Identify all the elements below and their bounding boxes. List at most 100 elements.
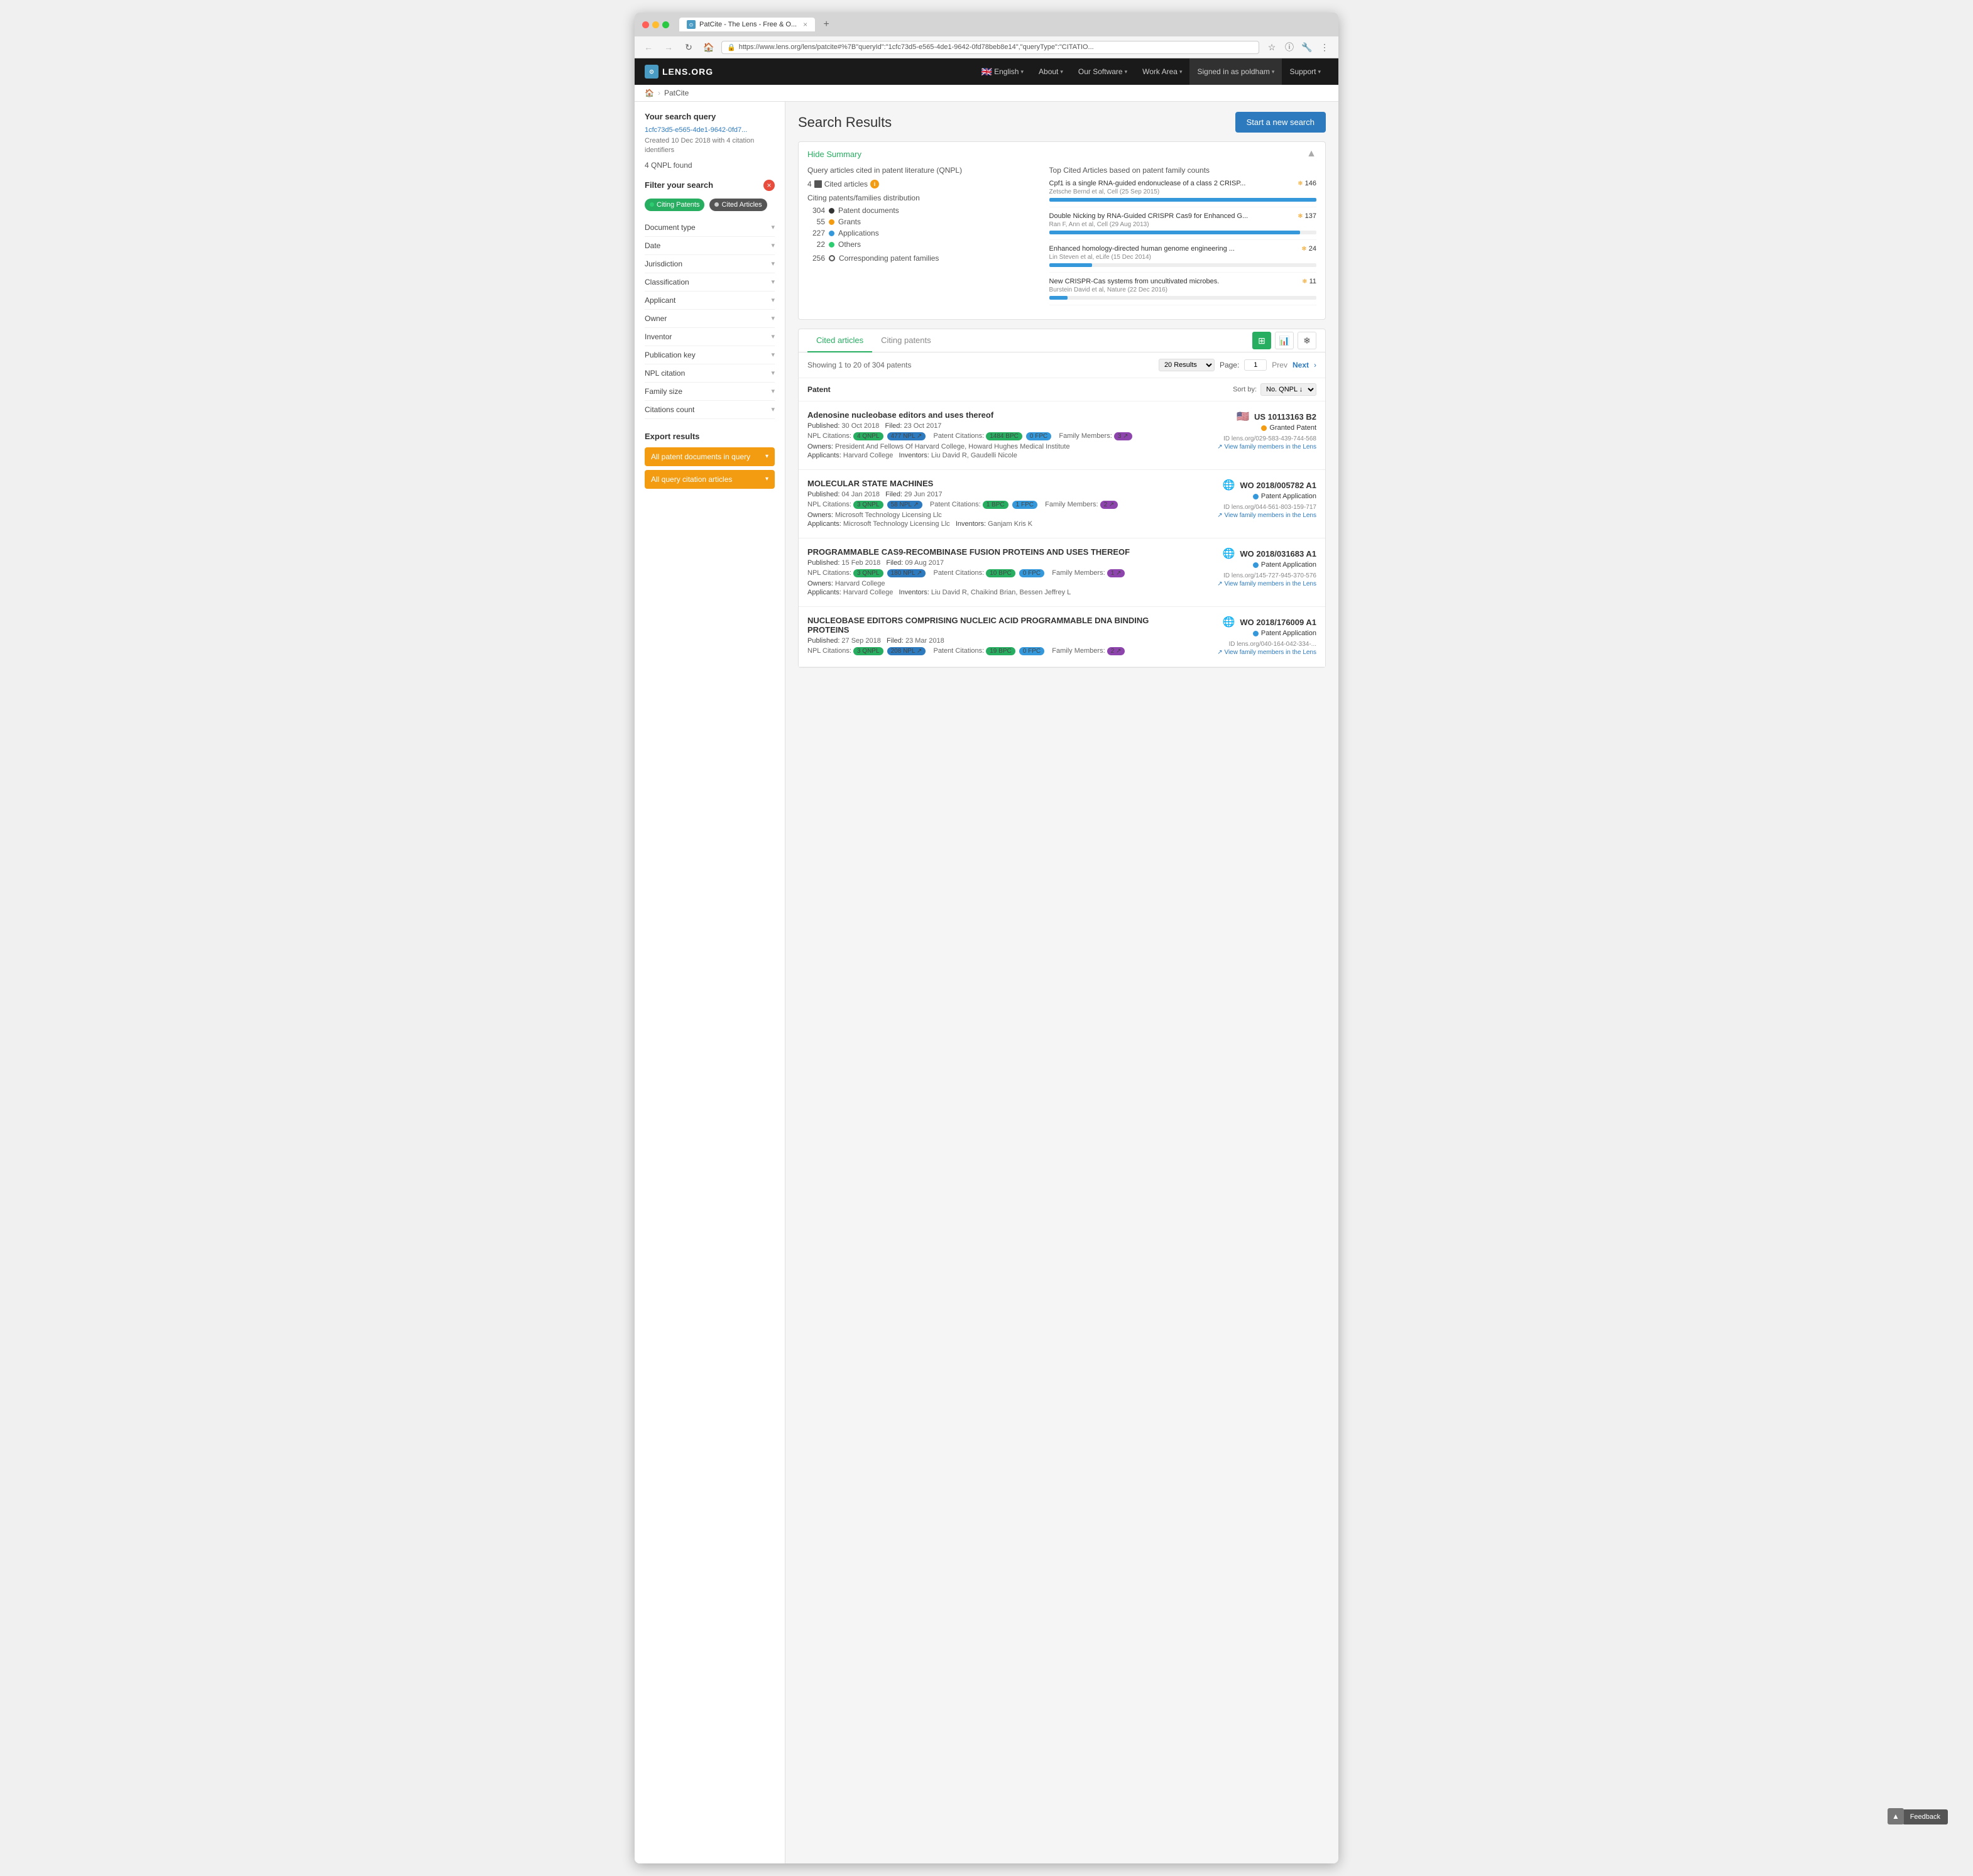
- export-citation-articles-button[interactable]: All query citation articles ▾: [645, 470, 775, 489]
- results-per-page-select[interactable]: 20 Results 50 Results 100 Results: [1159, 359, 1215, 371]
- cited-info-icon[interactable]: i: [870, 180, 879, 188]
- top-cited-item: New CRISPR-Cas systems from uncultivated…: [1049, 278, 1316, 305]
- patent-lens-id: ID lens.org/029-583-439-744-568: [1178, 435, 1316, 442]
- top-cited-item: Double Nicking by RNA-Guided CRISPR Cas9…: [1049, 212, 1316, 240]
- scroll-top-button[interactable]: ▲: [1888, 1808, 1904, 1824]
- breadcrumb-home-icon[interactable]: 🏠: [645, 89, 654, 97]
- cited-count-row: 4 Cited articles i: [807, 180, 1030, 188]
- filter-title: Filter your search: [645, 180, 713, 190]
- citing-patents-label: Citing Patents: [657, 201, 699, 209]
- bookmark-star-icon[interactable]: ☆: [1264, 40, 1279, 55]
- citing-patents-dot: [650, 202, 654, 207]
- patent-flag: 🌐: [1223, 548, 1235, 559]
- flag-icon: 🇬🇧: [981, 67, 992, 77]
- view-family-link[interactable]: ↗ View family members in the Lens: [1178, 444, 1316, 450]
- sort-select[interactable]: No. QNPL ↓ Date: [1260, 383, 1316, 396]
- maximize-window-button[interactable]: [662, 21, 669, 28]
- close-window-button[interactable]: [642, 21, 649, 28]
- filter-item[interactable]: Inventor▾: [645, 328, 775, 346]
- sidebar: Your search query 1cfc73d5-e565-4de1-964…: [635, 102, 785, 1863]
- patent-column-label: Patent: [807, 385, 831, 394]
- chart-view-button[interactable]: 📊: [1275, 332, 1294, 349]
- address-bar[interactable]: 🔒 https://www.lens.org/lens/patcite#%7B"…: [721, 41, 1259, 54]
- top-cited-meta: Burstein David et al, Nature (22 Dec 201…: [1049, 286, 1316, 293]
- view-family-link[interactable]: ↗ View family members in the Lens: [1178, 512, 1316, 519]
- table-view-button[interactable]: ⊞: [1252, 332, 1271, 349]
- cited-articles-tab[interactable]: Cited Articles: [709, 199, 767, 211]
- npl-badge: 58 NPL ↗: [887, 501, 922, 509]
- snowflake-view-button[interactable]: ❄: [1298, 332, 1316, 349]
- back-button[interactable]: ←: [641, 40, 656, 55]
- nav-language[interactable]: 🇬🇧 English ▾: [974, 58, 1031, 85]
- patent-right: 🌐 WO 2018/031683 A1 Patent Application I…: [1178, 547, 1316, 597]
- nav-work-area[interactable]: Work Area ▾: [1135, 58, 1189, 85]
- support-caret-icon: ▾: [1318, 68, 1321, 75]
- patent-dot-icon: [829, 208, 834, 214]
- patent-count: 304: [807, 206, 825, 215]
- filter-item[interactable]: Applicant▾: [645, 292, 775, 310]
- filter-item[interactable]: NPL citation▾: [645, 364, 775, 383]
- filter-caret-icon: ▾: [771, 314, 775, 322]
- export-patent-docs-button[interactable]: All patent documents in query ▾: [645, 447, 775, 466]
- nav-about[interactable]: About ▾: [1031, 58, 1071, 85]
- filter-item[interactable]: Date▾: [645, 237, 775, 255]
- view-family-link[interactable]: ↗ View family members in the Lens: [1178, 649, 1316, 656]
- filter-clear-button[interactable]: ×: [763, 180, 775, 191]
- filter-item[interactable]: Citations count▾: [645, 401, 775, 419]
- filter-item[interactable]: Publication key▾: [645, 346, 775, 364]
- page-input[interactable]: [1244, 359, 1267, 371]
- reload-button[interactable]: ↻: [681, 40, 696, 55]
- filter-item[interactable]: Owner▾: [645, 310, 775, 328]
- prev-page-button[interactable]: Prev: [1272, 361, 1287, 369]
- top-cited-title: Top Cited Articles based on patent famil…: [1049, 166, 1316, 175]
- nav-language-label: English: [994, 67, 1019, 76]
- query-link[interactable]: 1cfc73d5-e565-4de1-9642-0fd7...: [645, 126, 775, 134]
- next-page-button[interactable]: Next: [1293, 361, 1309, 369]
- top-cited-article-title: Double Nicking by RNA-Guided CRISPR Cas9…: [1049, 212, 1249, 220]
- info-icon[interactable]: ⓘ: [1282, 40, 1297, 55]
- patent-type-dot: [1253, 631, 1259, 636]
- filter-caret-icon: ▾: [771, 387, 775, 395]
- nav-signed-in[interactable]: Signed in as poldham ▾: [1189, 58, 1282, 85]
- top-cited-title-text: Double Nicking by RNA-Guided CRISPR Cas9…: [1049, 212, 1316, 220]
- bpc-badge: 10 BPC: [986, 569, 1015, 577]
- tab-close-button[interactable]: ×: [803, 20, 807, 29]
- filter-item[interactable]: Family size▾: [645, 383, 775, 401]
- filter-item[interactable]: Document type▾: [645, 219, 775, 237]
- feedback-button[interactable]: Feedback: [1903, 1809, 1948, 1824]
- grant-dot-icon: [829, 219, 834, 225]
- home-button[interactable]: 🏠: [701, 40, 716, 55]
- summary-header: Hide Summary ▲: [799, 142, 1325, 166]
- start-new-search-button[interactable]: Start a new search: [1235, 112, 1326, 133]
- others-row: 22 Others: [807, 240, 1030, 249]
- fpc-badge: 0 FPC: [1019, 647, 1044, 655]
- patent-card: NUCLEOBASE EDITORS COMPRISING NUCLEIC AC…: [799, 607, 1325, 667]
- top-cited-meta: Ran F, Ann et al, Cell (29 Aug 2013): [1049, 221, 1316, 228]
- filter-caret-icon: ▾: [771, 241, 775, 249]
- extension-icon[interactable]: 🔧: [1299, 40, 1314, 55]
- patent-citations-row: NPL Citations: 3 QNPL 208 NPL ↗ Patent C…: [807, 647, 1168, 655]
- patent-card: MOLECULAR STATE MACHINES Published: 04 J…: [799, 470, 1325, 538]
- lens-logo-icon: ⊙: [645, 65, 659, 79]
- citing-patents-tab[interactable]: Citing Patents: [645, 199, 704, 211]
- minimize-window-button[interactable]: [652, 21, 659, 28]
- export-section: Export results All patent documents in q…: [645, 432, 775, 489]
- filter-caret-icon: ▾: [771, 405, 775, 413]
- summary-collapse-icon[interactable]: ▲: [1306, 148, 1316, 160]
- browser-tab[interactable]: ⊙ PatCite - The Lens - Free & O... ×: [679, 18, 815, 31]
- filter-item[interactable]: Jurisdiction▾: [645, 255, 775, 273]
- top-cited-article-title: Cpf1 is a single RNA-guided endonuclease…: [1049, 180, 1246, 187]
- breadcrumb-patcite: PatCite: [664, 89, 689, 97]
- view-family-link[interactable]: ↗ View family members in the Lens: [1178, 581, 1316, 587]
- forward-button[interactable]: →: [661, 40, 676, 55]
- nav-our-software[interactable]: Our Software ▾: [1071, 58, 1135, 85]
- hide-summary-link[interactable]: Hide Summary: [807, 150, 861, 159]
- nav-support[interactable]: Support ▾: [1282, 58, 1328, 85]
- new-tab-button[interactable]: +: [820, 18, 833, 31]
- menu-icon[interactable]: ⋮: [1317, 40, 1332, 55]
- filter-item[interactable]: Classification▾: [645, 273, 775, 292]
- citing-patents-tab-main[interactable]: Citing patents: [872, 329, 940, 352]
- cited-articles-tab-main[interactable]: Cited articles: [807, 329, 872, 352]
- patent-dates-row: Published: 27 Sep 2018 Filed: 23 Mar 201…: [807, 637, 1168, 645]
- family-badge: 2 ↗: [1100, 501, 1118, 509]
